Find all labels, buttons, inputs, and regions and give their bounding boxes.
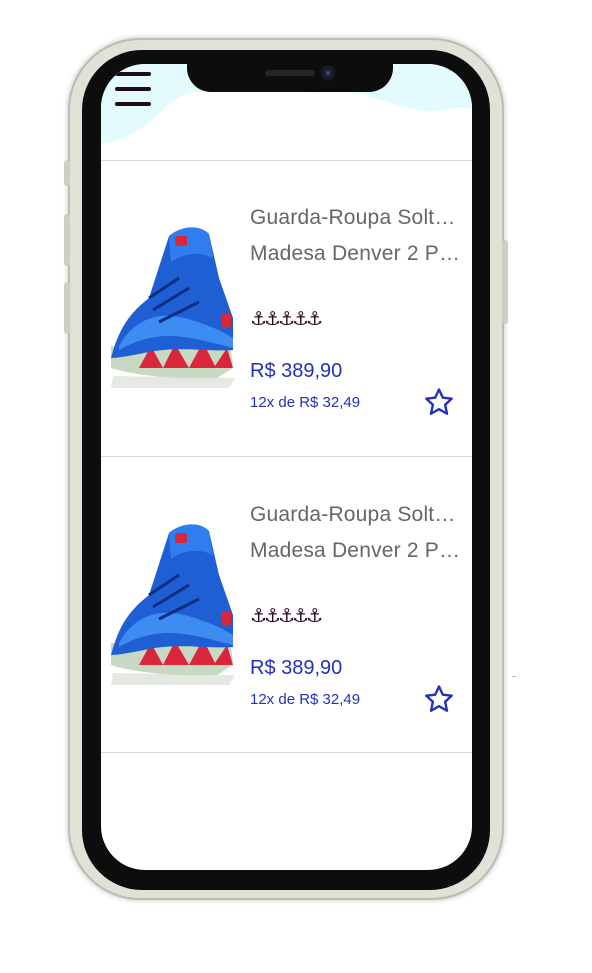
product-price: R$ 389,90 xyxy=(250,657,343,679)
speaker-grille xyxy=(265,70,315,76)
side-button-volume-down xyxy=(64,282,70,334)
side-button-power xyxy=(502,240,508,324)
side-button-silent xyxy=(64,160,70,186)
star-outline-icon[interactable] xyxy=(423,386,455,418)
rating-anchors-icon: ⚓⚓⚓⚓⚓ xyxy=(250,308,323,330)
stray-mark xyxy=(512,676,516,677)
app-screen: Guarda-Roupa Solteiro Madesa Denver 2 Po… xyxy=(101,64,472,870)
product-title-line-1: Guarda-Roupa Solteiro xyxy=(250,503,466,526)
product-installments: 12x de R$ 32,49 xyxy=(250,394,361,411)
product-title[interactable]: Guarda-Roupa Solteiro Madesa Denver 2 Po… xyxy=(250,200,466,272)
rating-anchors-icon: ⚓⚓⚓⚓⚓ xyxy=(250,605,323,627)
list-divider-bottom xyxy=(101,752,472,753)
side-button-volume-up xyxy=(64,214,70,266)
product-title[interactable]: Guarda-Roupa Solteiro Madesa Denver 2 Po… xyxy=(250,497,466,569)
product-card[interactable]: Guarda-Roupa Solteiro Madesa Denver 2 Po… xyxy=(101,457,472,753)
product-title-line-1: Guarda-Roupa Solteiro xyxy=(250,206,466,229)
product-title-line-2: Madesa Denver 2 Port... xyxy=(250,539,466,562)
blue-sneaker-image xyxy=(109,515,237,691)
star-outline-icon[interactable] xyxy=(423,683,455,715)
menu-button[interactable] xyxy=(115,72,153,106)
product-installments: 12x de R$ 32,49 xyxy=(250,691,361,708)
blue-sneaker-image xyxy=(109,218,237,394)
product-title-line-2: Madesa Denver 2 Port... xyxy=(250,242,466,265)
product-price: R$ 389,90 xyxy=(250,360,343,382)
front-camera-icon xyxy=(322,67,334,79)
product-card[interactable]: Guarda-Roupa Solteiro Madesa Denver 2 Po… xyxy=(101,160,472,456)
